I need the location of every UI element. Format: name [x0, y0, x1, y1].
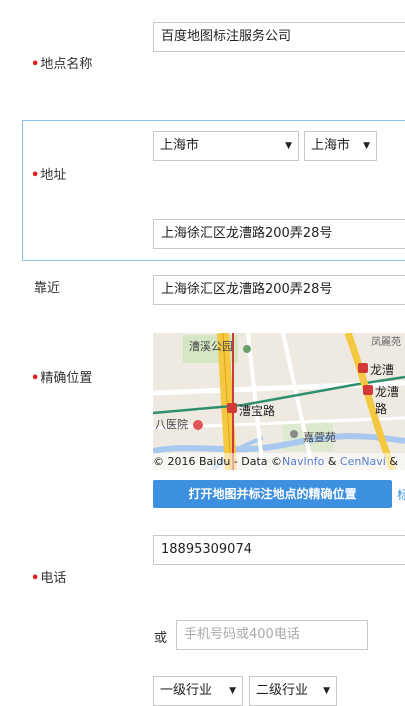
map-label-station-b2: 龙漕路 [375, 385, 400, 416]
required-mark: • [31, 168, 40, 183]
map-label-corner: 凤麗苑 [371, 337, 401, 348]
required-mark: • [31, 57, 40, 72]
industry-level1-select[interactable]: 一级行业 ▼ [153, 676, 243, 706]
map-label-station-a: 漕宝路 [239, 404, 276, 418]
alt-phone-input[interactable]: 手机号码或400电话 [176, 620, 368, 650]
industry-level2-select[interactable]: 二级行业 ▼ [249, 676, 337, 706]
map-extra-link[interactable]: 标 [397, 486, 405, 503]
map-attribution: © 2016 Baidu - Data ©NavInfo & CenNavi & [153, 453, 405, 470]
chevron-down-icon: ▼ [363, 141, 370, 151]
required-mark: • [31, 371, 40, 386]
chevron-down-icon: ▼ [285, 141, 292, 151]
chevron-down-icon: ▼ [323, 686, 330, 696]
address-label: •地址 [31, 168, 67, 183]
map-label-garden: 嘉萱苑 [303, 431, 336, 444]
or-label: 或 [154, 631, 168, 646]
map-label-station-b: 龙漕 [370, 363, 395, 377]
nearby-label: 靠近 [34, 281, 61, 296]
chevron-down-icon: ▼ [229, 686, 236, 696]
map-label-hospital: 八医院 [155, 418, 188, 431]
location-label: •精确位置 [31, 371, 93, 386]
nearby-input[interactable]: 上海徐汇区龙漕路200弄28号 [153, 275, 405, 305]
address-detail-input[interactable]: 上海徐汇区龙漕路200弄28号 [153, 219, 405, 249]
city-select[interactable]: 上海市 ▼ [304, 131, 377, 161]
navinfo-link[interactable]: NavInfo [282, 455, 324, 468]
location-map[interactable]: 漕溪公园 漕宝路 八医院 嘉萱苑 龙漕 龙漕路 凤麗苑 © 2016 Baidu… [153, 333, 405, 470]
province-select[interactable]: 上海市 ▼ [153, 131, 299, 161]
place-name-label: •地点名称 [31, 57, 93, 72]
phone-label: •电话 [31, 571, 67, 586]
map-label-park: 漕溪公园 [189, 340, 233, 353]
place-name-input[interactable]: 百度地图标注服务公司 [153, 22, 405, 52]
open-map-button[interactable]: 打开地图并标注地点的精确位置 [153, 480, 392, 508]
cennavi-link[interactable]: CenNavi [340, 455, 386, 468]
phone-input[interactable]: 18895309074 [153, 535, 405, 565]
required-mark: • [31, 571, 40, 586]
